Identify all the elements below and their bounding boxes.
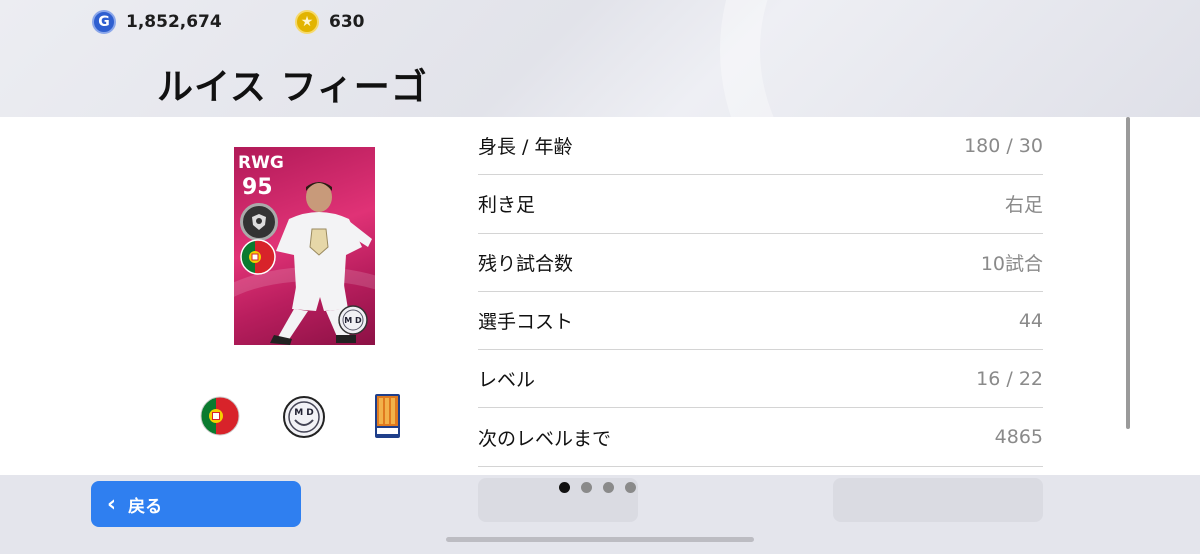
back-button[interactable]: ‹ 戻る bbox=[91, 481, 301, 527]
club-crest-small-icon: M D bbox=[338, 305, 368, 335]
club-crest-icon: M D bbox=[283, 396, 325, 438]
info-value: 右足 bbox=[1004, 194, 1043, 217]
player-info-table: 身長 / 年齢 180 / 30 利き足 右足 残り試合数 10試合 選手コスト… bbox=[478, 117, 1043, 467]
page-dot[interactable] bbox=[603, 482, 614, 493]
page-dot[interactable] bbox=[625, 482, 636, 493]
page-dot[interactable] bbox=[581, 482, 592, 493]
page-indicator[interactable] bbox=[559, 482, 636, 493]
info-label: 利き足 bbox=[478, 194, 536, 217]
svg-text:M D: M D bbox=[344, 316, 362, 325]
info-label: 残り試合数 bbox=[478, 252, 574, 275]
gp-amount: 1,852,674 bbox=[126, 12, 222, 32]
info-row-height-age: 身長 / 年齢 180 / 30 bbox=[478, 117, 1043, 176]
player-name: ルイス フィーゴ bbox=[157, 67, 428, 108]
home-indicator[interactable] bbox=[446, 537, 754, 542]
coin-balance: ★ 630 bbox=[295, 10, 365, 34]
coin-amount: 630 bbox=[329, 12, 365, 32]
scrollbar[interactable] bbox=[1126, 117, 1130, 429]
featured-badge-icon bbox=[240, 203, 278, 241]
info-value: 4865 bbox=[994, 426, 1043, 449]
info-label: 選手コスト bbox=[478, 311, 574, 334]
info-row-cost: 選手コスト 44 bbox=[478, 292, 1043, 351]
portugal-flag-small-icon bbox=[240, 239, 276, 275]
star-coin-icon: ★ bbox=[295, 10, 319, 34]
page-dot-active[interactable] bbox=[559, 482, 570, 493]
chevron-left-icon: ‹ bbox=[107, 491, 117, 517]
league-espana-icon bbox=[375, 394, 400, 438]
info-row-matches-left: 残り試合数 10試合 bbox=[478, 234, 1043, 292]
svg-text:M D: M D bbox=[294, 408, 314, 418]
info-label: レベル bbox=[478, 369, 536, 392]
info-value: 16 / 22 bbox=[976, 367, 1043, 390]
info-value: 180 / 30 bbox=[964, 134, 1043, 157]
player-card[interactable]: RWG 95 M D bbox=[234, 147, 375, 345]
info-row-next-level: 次のレベルまで 4865 bbox=[478, 408, 1043, 467]
info-value: 10試合 bbox=[980, 252, 1043, 275]
card-position: RWG bbox=[238, 153, 284, 173]
info-row-foot: 利き足 右足 bbox=[478, 175, 1043, 234]
portugal-flag-icon bbox=[200, 396, 240, 436]
info-label: 身長 / 年齢 bbox=[478, 136, 573, 159]
back-label: 戻る bbox=[128, 496, 163, 517]
info-label: 次のレベルまで bbox=[478, 427, 612, 450]
info-row-level: レベル 16 / 22 bbox=[478, 350, 1043, 409]
card-rating: 95 bbox=[242, 175, 273, 200]
gp-balance: G 1,852,674 bbox=[92, 10, 222, 34]
gp-coin-icon: G bbox=[92, 10, 116, 34]
hidden-action-button bbox=[833, 478, 1043, 522]
info-value: 44 bbox=[1018, 309, 1043, 332]
